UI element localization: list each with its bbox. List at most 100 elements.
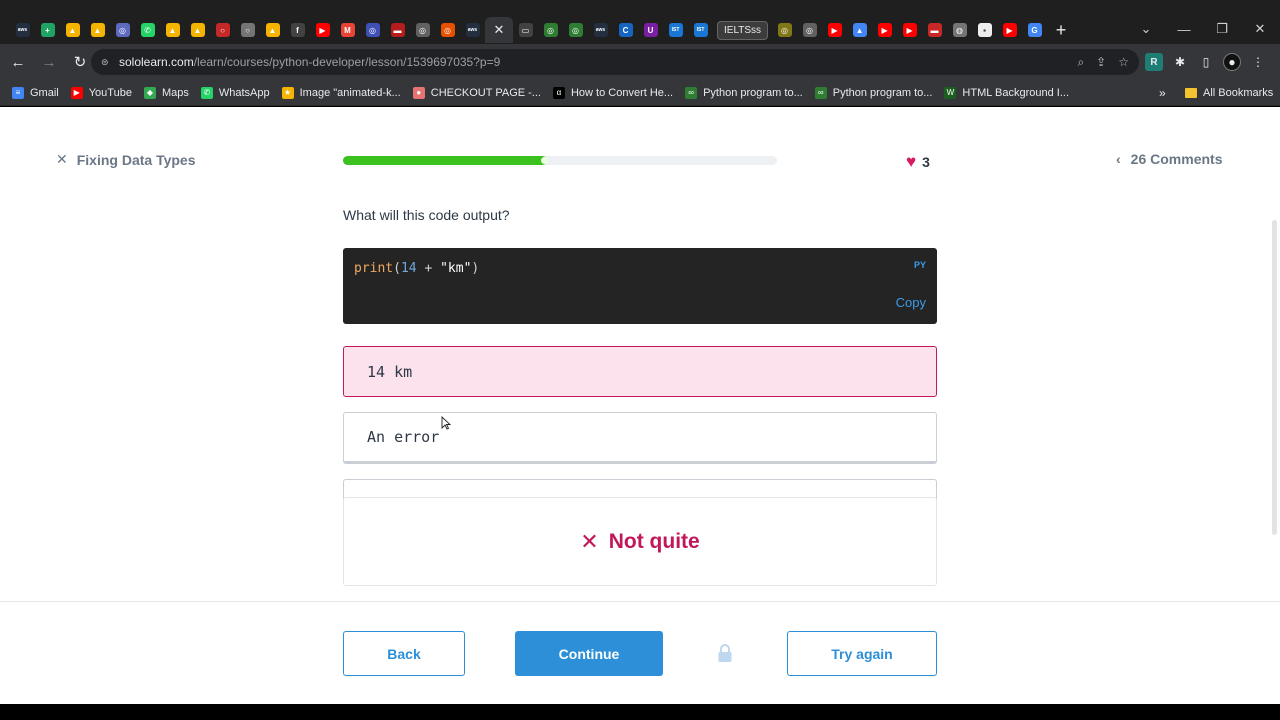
- youtube-icon: ▶: [1002, 23, 1017, 37]
- minimize-icon[interactable]: —: [1169, 14, 1199, 44]
- browser-tab[interactable]: ▶: [897, 17, 922, 43]
- more-bookmarks-icon[interactable]: »: [1159, 80, 1166, 106]
- site-info-icon[interactable]: ⊜: [101, 57, 111, 67]
- forward-arrow-icon[interactable]: →: [36, 49, 62, 75]
- bookmark-item[interactable]: ◆ Maps: [143, 86, 189, 99]
- browser-tab[interactable]: IST: [688, 17, 713, 43]
- bookmark-item[interactable]: W HTML Background I...: [944, 86, 1069, 99]
- answer-option[interactable]: An error: [343, 412, 937, 464]
- url-text[interactable]: sololearn.com/learn/courses/python-devel…: [119, 55, 500, 69]
- folder-icon: [1185, 88, 1197, 98]
- all-bookmarks-link[interactable]: All Bookmarks: [1185, 80, 1273, 106]
- new-tab-icon[interactable]: +: [1047, 20, 1075, 41]
- browser-tab[interactable]: aws: [10, 17, 35, 43]
- browser-tab[interactable]: ○: [235, 17, 260, 43]
- browser-tab[interactable]: ▶: [997, 17, 1022, 43]
- bookmark-label: How to Convert He...: [570, 86, 674, 99]
- page-scrollbar[interactable]: [1272, 220, 1277, 535]
- browser-tab[interactable]: ▲: [185, 17, 210, 43]
- aws-icon: aws: [465, 23, 480, 37]
- browser-tab[interactable]: ◎: [360, 17, 385, 43]
- browser-tab[interactable]: f: [285, 17, 310, 43]
- browser-tab[interactable]: ◍: [947, 17, 972, 43]
- lesson-title: Fixing Data Types: [76, 151, 196, 168]
- browser-tab[interactable]: ◎: [797, 17, 822, 43]
- bookmark-item[interactable]: ● CHECKOUT PAGE -...: [412, 86, 541, 99]
- answer-option-selected-wrong[interactable]: 14 km: [343, 346, 937, 397]
- browser-tab[interactable]: ◎: [435, 17, 460, 43]
- bookmark-item[interactable]: ∞ Python program to...: [814, 86, 932, 99]
- browser-tab[interactable]: ◎: [772, 17, 797, 43]
- browser-tab[interactable]: aws: [588, 17, 613, 43]
- chevron-left-icon: ‹: [1116, 151, 1121, 167]
- lock-icon: [718, 644, 732, 662]
- close-window-icon[interactable]: ✕: [1245, 14, 1275, 44]
- continue-button[interactable]: Continue: [515, 631, 663, 676]
- bookmark-item[interactable]: ✆ WhatsApp: [200, 86, 270, 99]
- browser-tab[interactable]: ◎: [538, 17, 563, 43]
- browser-tab[interactable]: ▶: [822, 17, 847, 43]
- browser-tab[interactable]: aws: [460, 17, 485, 43]
- zoom-icon[interactable]: ⌕: [1077, 55, 1084, 70]
- bookmark-star-icon[interactable]: ☆: [1118, 55, 1129, 69]
- active-tab[interactable]: ✕: [485, 17, 513, 43]
- browser-tab[interactable]: ▬: [385, 17, 410, 43]
- browser-tab[interactable]: ✆: [135, 17, 160, 43]
- browser-tab[interactable]: ◎: [410, 17, 435, 43]
- browser-tab[interactable]: G: [1022, 17, 1047, 43]
- bookmark-favicon-icon: W: [944, 86, 957, 99]
- browser-menu-icon[interactable]: ⋮: [1249, 53, 1267, 71]
- browser-tab[interactable]: ○: [210, 17, 235, 43]
- side-panel-icon[interactable]: ▯: [1197, 53, 1215, 71]
- bookmark-item[interactable]: ≡ Gmail: [12, 86, 59, 99]
- browser-tab[interactable]: ▲: [85, 17, 110, 43]
- drive-icon: ▲: [190, 23, 205, 37]
- tab-search-icon[interactable]: ⌄: [1131, 14, 1161, 44]
- reload-icon[interactable]: ↻: [67, 49, 93, 75]
- browser-tab[interactable]: ◎: [563, 17, 588, 43]
- address-bar[interactable]: ⊜ sololearn.com/learn/courses/python-dev…: [91, 49, 1139, 75]
- browser-tab[interactable]: ▬: [922, 17, 947, 43]
- profile-avatar[interactable]: ●: [1223, 53, 1241, 71]
- bookmark-favicon-icon: ◆: [143, 86, 156, 99]
- browser-tab[interactable]: ▲: [160, 17, 185, 43]
- browser-tab[interactable]: U: [638, 17, 663, 43]
- browser-tab-labelled[interactable]: IELTSss: [713, 17, 772, 43]
- browser-tab[interactable]: ▶: [872, 17, 897, 43]
- feedback-message: Not quite: [608, 529, 700, 553]
- site-icon: ▬: [927, 23, 942, 37]
- browser-tab[interactable]: ▲: [847, 17, 872, 43]
- back-button[interactable]: Back: [343, 631, 465, 676]
- browser-tab[interactable]: ▪: [972, 17, 997, 43]
- close-lesson-button[interactable]: ✕ Fixing Data Types: [56, 151, 196, 168]
- bookmark-item[interactable]: ▶ YouTube: [70, 86, 132, 99]
- browser-tab[interactable]: ◎: [110, 17, 135, 43]
- close-tab-icon[interactable]: ✕: [494, 22, 505, 38]
- share-icon[interactable]: ⇪: [1096, 55, 1106, 69]
- extension-r-icon[interactable]: R: [1145, 53, 1163, 71]
- browser-tab[interactable]: ▲: [260, 17, 285, 43]
- youtube-icon: ▶: [315, 23, 330, 37]
- browser-tab[interactable]: ▭: [513, 17, 538, 43]
- browser-tab[interactable]: +: [35, 17, 60, 43]
- site-icon: ◎: [568, 23, 583, 37]
- browser-tab[interactable]: M: [335, 17, 360, 43]
- bookmark-item[interactable]: ★ Image "animated-k...: [281, 86, 401, 99]
- browser-tab[interactable]: C: [613, 17, 638, 43]
- gmail-icon: M: [340, 23, 355, 37]
- bookmark-item[interactable]: α How to Convert He...: [552, 86, 674, 99]
- try-again-button[interactable]: Try again: [787, 631, 937, 676]
- back-arrow-icon[interactable]: ←: [5, 49, 31, 75]
- comments-button[interactable]: ‹ 26 Comments: [1116, 151, 1222, 167]
- extensions-puzzle-icon[interactable]: ✱: [1171, 53, 1189, 71]
- bookmark-item[interactable]: ∞ Python program to...: [685, 86, 803, 99]
- site-icon: ◎: [802, 23, 817, 37]
- site-icon: ▬: [390, 23, 405, 37]
- restore-icon[interactable]: ❐: [1207, 14, 1237, 44]
- site-icon: ▪: [977, 23, 992, 37]
- browser-tab[interactable]: IST: [663, 17, 688, 43]
- bookmark-label: WhatsApp: [218, 86, 270, 99]
- browser-tab[interactable]: ▶: [310, 17, 335, 43]
- browser-tab[interactable]: ▲: [60, 17, 85, 43]
- copy-button[interactable]: Copy: [896, 295, 926, 310]
